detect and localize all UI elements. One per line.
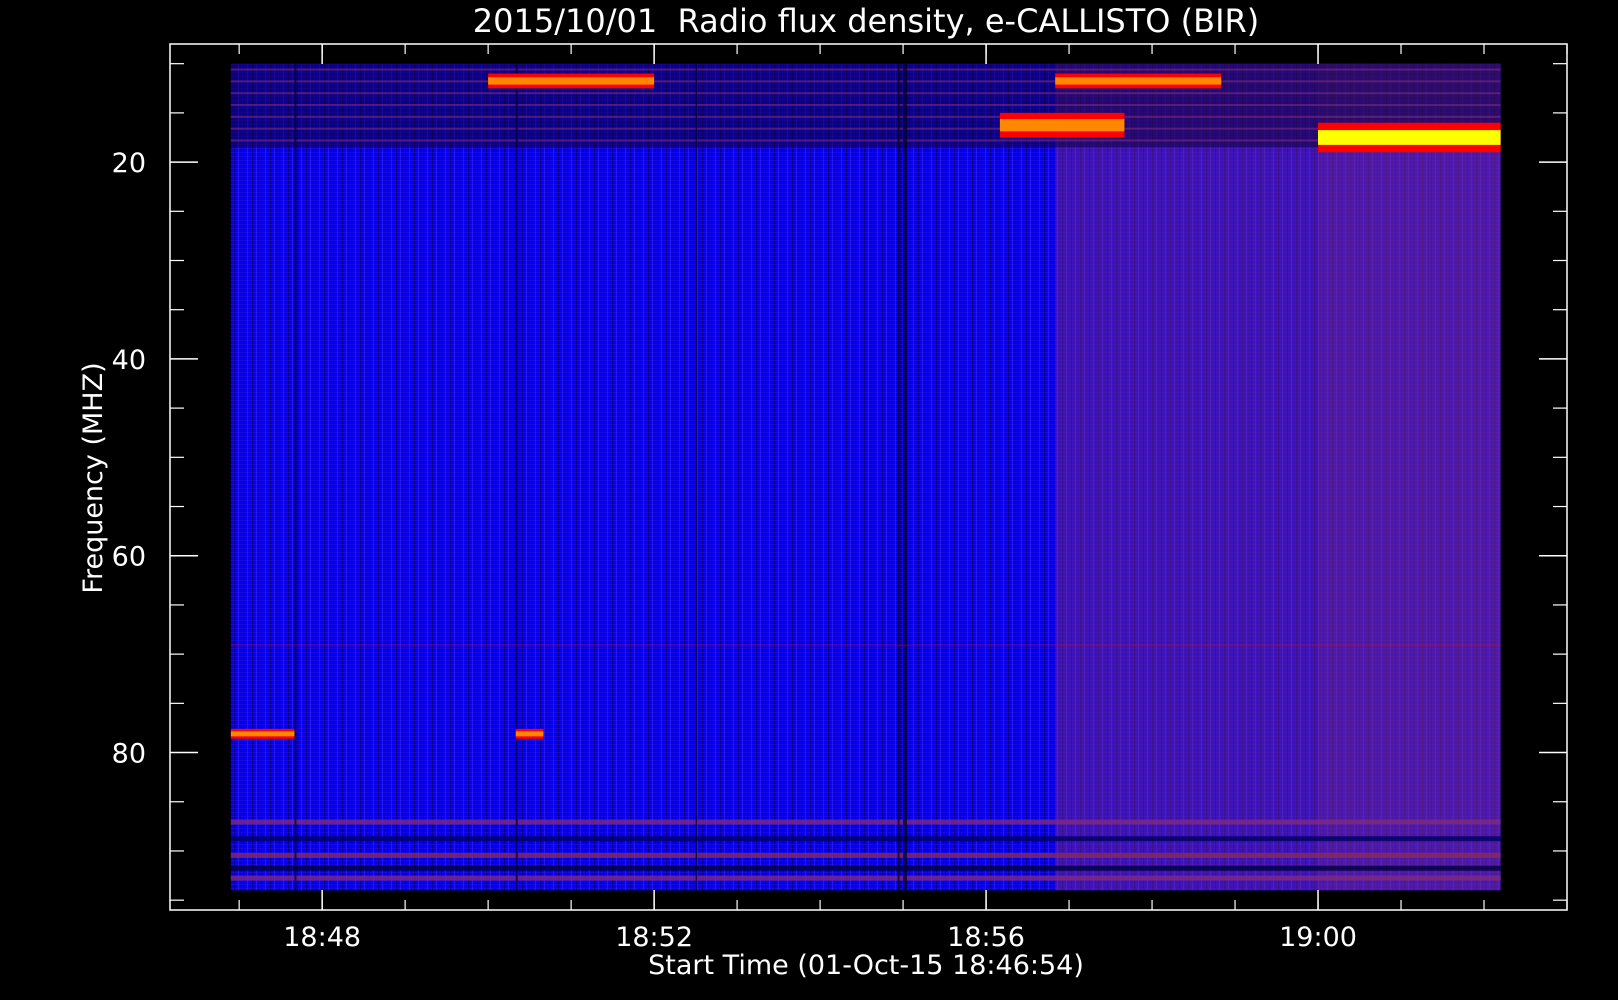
- top-band-line: [230, 80, 1501, 83]
- plot-area: [230, 63, 1501, 891]
- burst-core: [1318, 130, 1501, 145]
- top-band-line: [230, 139, 1501, 142]
- bottom-band: [230, 836, 1501, 842]
- dark-column: [695, 63, 698, 891]
- top-band-line: [230, 68, 1501, 71]
- top-band-line: [230, 104, 1501, 107]
- burst-core: [999, 119, 1125, 132]
- line-69mhz: [230, 644, 1501, 647]
- bottom-band: [230, 819, 1501, 825]
- late-interval-tint-strong: [1318, 63, 1501, 891]
- x-axis-label: Start Time (01-Oct-15 18:46:54): [648, 950, 1084, 981]
- y-tick-label: 20: [112, 148, 146, 179]
- y-tick-label: 40: [112, 345, 146, 376]
- y-tick-label: 60: [112, 542, 146, 573]
- y-tick-label: 80: [112, 739, 146, 770]
- spectrogram-chart: 2015/10/01 Radio flux density, e-CALLIST…: [78, 2, 1568, 981]
- x-tick-label: 18:56: [947, 922, 1025, 953]
- x-tick-label: 18:48: [283, 922, 361, 953]
- dark-column: [515, 63, 518, 891]
- dark-column: [897, 63, 900, 891]
- y-axis-label: Frequency (MHZ): [78, 362, 109, 593]
- burst-core: [230, 731, 295, 737]
- chart-title: 2015/10/01 Radio flux density, e-CALLIST…: [473, 2, 1259, 40]
- burst-core: [488, 77, 655, 85]
- bottom-band: [230, 875, 1501, 881]
- burst-core: [515, 731, 544, 737]
- bottom-band: [230, 852, 1501, 858]
- top-band-line: [230, 92, 1501, 95]
- x-tick-label: 18:52: [615, 922, 693, 953]
- dark-column: [294, 63, 297, 891]
- burst-core: [1055, 77, 1222, 85]
- bottom-band: [230, 865, 1501, 871]
- dark-column: [903, 63, 908, 891]
- x-tick-label: 19:00: [1279, 922, 1357, 953]
- top-band-line: [230, 127, 1501, 130]
- top-band-line: [230, 115, 1501, 118]
